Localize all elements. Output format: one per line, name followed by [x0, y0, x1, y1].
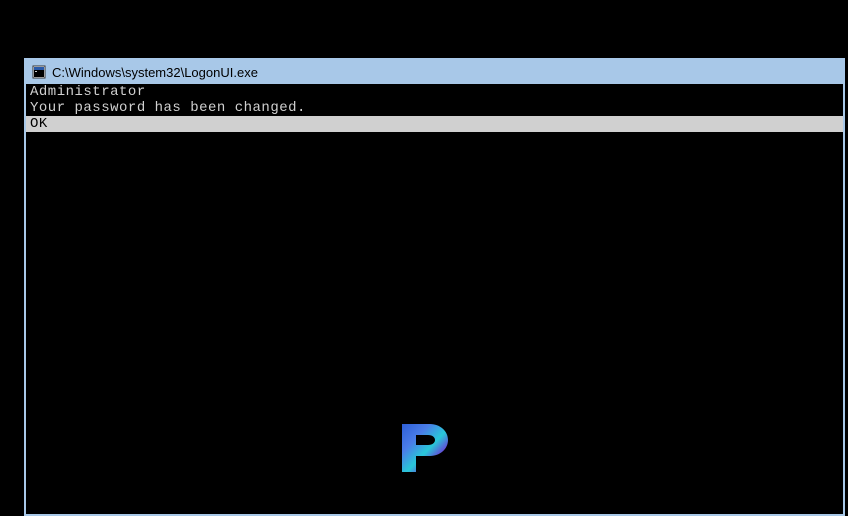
message-line: Your password has been changed. — [26, 100, 843, 116]
console-icon — [32, 65, 46, 79]
username-line: Administrator — [26, 84, 843, 100]
window-title: C:\Windows\system32\LogonUI.exe — [52, 65, 258, 80]
watermark-logo — [392, 416, 456, 480]
titlebar[interactable]: C:\Windows\system32\LogonUI.exe — [26, 60, 843, 84]
ok-button[interactable]: OK — [26, 116, 843, 132]
